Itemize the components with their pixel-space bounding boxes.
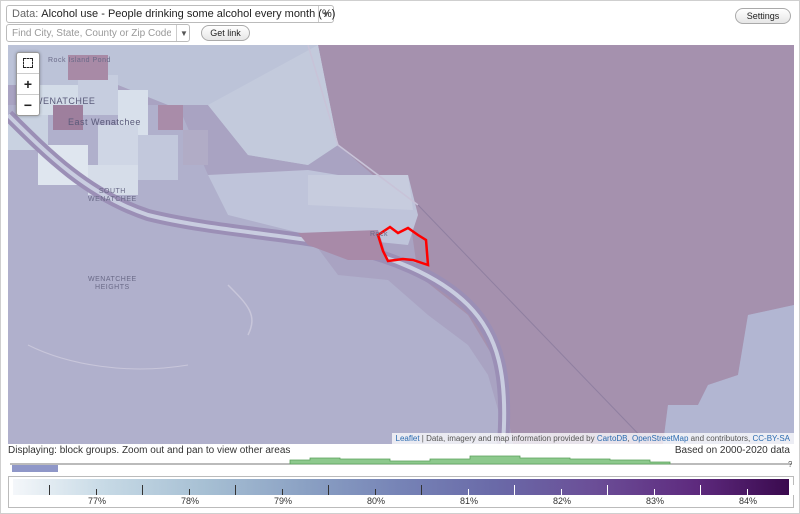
legend-tick-label: 78%	[180, 496, 200, 506]
map-attribution: Leaflet | Data, imagery and map informat…	[391, 433, 794, 444]
map-label-south-wenatchee: SOUTH WENATCHEE	[88, 188, 137, 203]
zoom-control: + −	[16, 52, 40, 116]
legend-tick-label: 77%	[87, 496, 107, 506]
get-link-button[interactable]: Get link	[201, 25, 250, 41]
data-select-value: Alcohol use - People drinking some alcoh…	[41, 8, 336, 20]
data-select-prefix: Data:	[12, 8, 39, 20]
map-label-wenatchee: WENATCHEE	[34, 96, 96, 106]
legend-tick	[746, 489, 748, 495]
osm-link[interactable]: OpenStreetMap	[632, 434, 688, 443]
license-link[interactable]: CC-BY-SA	[753, 434, 791, 443]
legend-tick-label: 81%	[459, 496, 479, 506]
map-label-road: Rock Island Pond	[48, 57, 111, 64]
map-label-wenatchee-heights: WENATCHEE HEIGHTS	[88, 276, 137, 291]
histogram-bars	[289, 455, 671, 465]
zoom-out-button[interactable]: −	[17, 95, 39, 115]
legend-tick	[514, 485, 515, 495]
legend-tick	[421, 485, 422, 495]
map-label-rock-island: Rock	[370, 231, 388, 238]
legend-tick	[467, 489, 469, 495]
cartodb-link[interactable]: CartoDB	[597, 434, 628, 443]
current-range-marker	[12, 465, 58, 472]
leaflet-link[interactable]: Leaflet	[396, 434, 420, 443]
legend-tick	[142, 485, 143, 495]
legend-tick	[188, 489, 190, 495]
legend-tick	[235, 485, 236, 495]
legend-tick-label: 83%	[645, 496, 665, 506]
data-select[interactable]: Data: Alcohol use - People drinking some…	[6, 5, 336, 23]
fullscreen-button[interactable]	[17, 53, 39, 74]
svg-text:?: ?	[788, 460, 792, 469]
map-canvas	[8, 45, 794, 444]
legend-tick	[374, 489, 376, 495]
legend-tick	[49, 485, 50, 495]
legend-tick	[607, 485, 608, 495]
legend-tick-label: 80%	[366, 496, 386, 506]
map-label-east-wenatchee: East Wenatchee	[68, 117, 141, 127]
choropleth-map[interactable]: Rock Island Pond WENATCHEE East Wenatche…	[8, 45, 794, 444]
chevron-down-icon[interactable]: ▼	[318, 6, 333, 22]
legend-tick	[793, 485, 794, 495]
legend-tick	[700, 485, 701, 495]
legend-gradient	[13, 479, 789, 495]
legend-tick	[560, 489, 562, 495]
legend-tick-label: 82%	[552, 496, 572, 506]
fullscreen-icon	[23, 58, 33, 68]
location-search-input[interactable]	[6, 24, 190, 42]
color-legend: 77% 78% 79% 80% 81% 82% 83% 84%	[8, 476, 794, 508]
zoom-in-button[interactable]: +	[17, 74, 39, 95]
legend-tick	[95, 489, 97, 495]
legend-tick	[281, 489, 283, 495]
settings-button[interactable]: Settings	[735, 8, 791, 24]
legend-tick	[328, 485, 329, 495]
chevron-down-icon[interactable]: ▼	[176, 25, 191, 41]
legend-tick	[653, 489, 655, 495]
distribution-histogram: ?	[10, 455, 792, 472]
legend-tick-label: 79%	[273, 496, 293, 506]
legend-tick-label: 84%	[738, 496, 758, 506]
